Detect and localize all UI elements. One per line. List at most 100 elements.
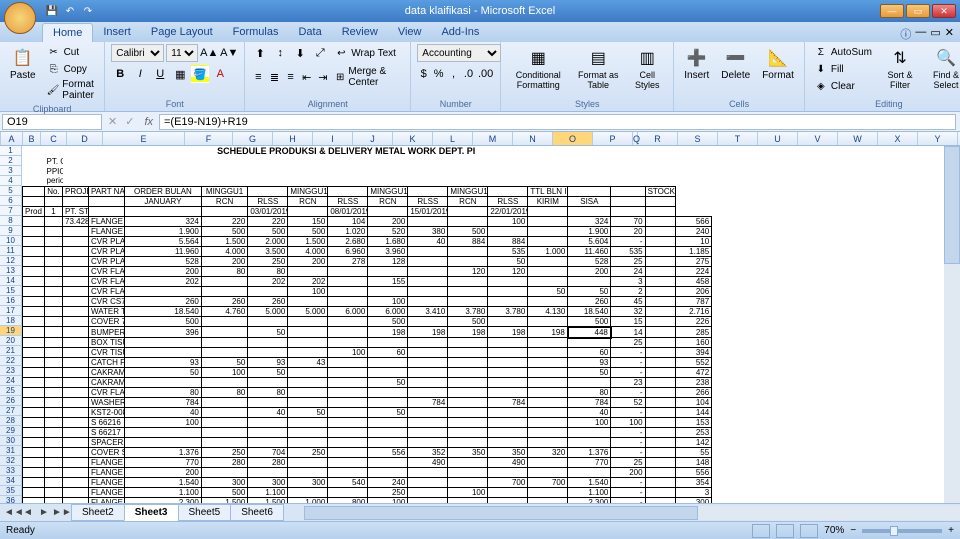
cancel-formula-icon[interactable]: ✕ bbox=[104, 115, 121, 128]
tab-formulas[interactable]: Formulas bbox=[223, 23, 289, 42]
align-middle-icon[interactable]: ↕ bbox=[271, 44, 289, 62]
indent-inc-icon[interactable]: ⇥ bbox=[316, 68, 330, 86]
row-header-29[interactable]: 29 bbox=[0, 426, 22, 436]
row-header-23[interactable]: 23 bbox=[0, 366, 22, 376]
zoom-in-icon[interactable]: + bbox=[948, 525, 954, 536]
vscroll-thumb[interactable] bbox=[944, 146, 960, 264]
col-header-G[interactable]: G bbox=[233, 132, 273, 145]
font-color-button[interactable]: A bbox=[211, 65, 229, 83]
row-header-2[interactable]: 2 bbox=[0, 156, 22, 166]
tab-review[interactable]: Review bbox=[332, 23, 388, 42]
row-header-14[interactable]: 14 bbox=[0, 276, 22, 286]
enter-formula-icon[interactable]: ✓ bbox=[121, 115, 138, 128]
underline-button[interactable]: U bbox=[151, 65, 169, 83]
sheet-tab-sheet5[interactable]: Sheet5 bbox=[178, 504, 232, 521]
tab-view[interactable]: View bbox=[388, 23, 432, 42]
qat-save-icon[interactable]: 💾 bbox=[44, 3, 60, 19]
row-header-17[interactable]: 17 bbox=[0, 306, 22, 316]
format-cells-button[interactable]: 📐Format bbox=[758, 44, 798, 97]
col-header-K[interactable]: K bbox=[393, 132, 433, 145]
close-button[interactable]: ✕ bbox=[932, 4, 956, 18]
merge-center-button[interactable]: ⊞Merge & Center bbox=[332, 65, 404, 89]
fx-icon[interactable]: fx bbox=[138, 116, 159, 128]
row-header-22[interactable]: 22 bbox=[0, 356, 22, 366]
tab-nav-prev[interactable]: ◄ bbox=[20, 507, 36, 518]
insert-cells-button[interactable]: ➕Insert bbox=[680, 44, 713, 97]
cells-area[interactable]: SCHEDULE PRODUKSI & DELIVERY METAL WORK … bbox=[22, 146, 960, 524]
formula-input[interactable]: =(E19-N19)+R19 bbox=[159, 114, 956, 130]
paste-button[interactable]: 📋 Paste bbox=[6, 44, 40, 102]
row-header-28[interactable]: 28 bbox=[0, 416, 22, 426]
col-header-I[interactable]: I bbox=[313, 132, 353, 145]
sheet-tab-sheet3[interactable]: Sheet3 bbox=[124, 504, 179, 521]
col-header-M[interactable]: M bbox=[473, 132, 513, 145]
decimal-dec-icon[interactable]: .00 bbox=[477, 65, 494, 83]
align-top-icon[interactable]: ⬆ bbox=[251, 44, 269, 62]
row-header-30[interactable]: 30 bbox=[0, 436, 22, 446]
row-header-11[interactable]: 11 bbox=[0, 246, 22, 256]
row-header-35[interactable]: 35 bbox=[0, 486, 22, 496]
cell-styles-button[interactable]: ▥Cell Styles bbox=[627, 44, 667, 97]
name-box[interactable]: O19 bbox=[2, 114, 102, 130]
row-header-16[interactable]: 16 bbox=[0, 296, 22, 306]
tab-addins[interactable]: Add-Ins bbox=[431, 23, 489, 42]
row-header-20[interactable]: 20 bbox=[0, 336, 22, 346]
row-header-8[interactable]: 8 bbox=[0, 216, 22, 226]
sort-filter-button[interactable]: ⇅Sort & Filter bbox=[879, 44, 921, 97]
row-header-24[interactable]: 24 bbox=[0, 376, 22, 386]
row-header-18[interactable]: 18 bbox=[0, 316, 22, 326]
view-layout-icon[interactable] bbox=[776, 524, 794, 538]
conditional-formatting-button[interactable]: ▦Conditional Formatting bbox=[507, 44, 569, 97]
font-name-select[interactable]: Calibri bbox=[111, 44, 164, 62]
align-bottom-icon[interactable]: ⬇ bbox=[291, 44, 309, 62]
clear-button[interactable]: ◈Clear bbox=[811, 78, 875, 94]
col-header-F[interactable]: F bbox=[185, 132, 233, 145]
bold-button[interactable]: B bbox=[111, 65, 129, 83]
cut-button[interactable]: ✂Cut bbox=[44, 44, 99, 60]
row-header-10[interactable]: 10 bbox=[0, 236, 22, 246]
number-format-select[interactable]: Accounting bbox=[417, 44, 501, 62]
fill-button[interactable]: ⬇Fill bbox=[811, 61, 875, 77]
sheet-tab-sheet6[interactable]: Sheet6 bbox=[230, 504, 284, 521]
row-header-6[interactable]: 6 bbox=[0, 196, 22, 206]
qat-redo-icon[interactable]: ↷ bbox=[80, 3, 96, 19]
zoom-level[interactable]: 70% bbox=[824, 525, 844, 536]
align-left-icon[interactable]: ≡ bbox=[251, 68, 265, 86]
vertical-scrollbar[interactable] bbox=[944, 146, 960, 524]
col-header-C[interactable]: C bbox=[41, 132, 67, 145]
row-header-27[interactable]: 27 bbox=[0, 406, 22, 416]
decimal-inc-icon[interactable]: .0 bbox=[462, 65, 475, 83]
col-header-A[interactable]: A bbox=[1, 132, 23, 145]
row-header-19[interactable]: 19 bbox=[0, 326, 22, 336]
row-header-32[interactable]: 32 bbox=[0, 456, 22, 466]
format-table-button[interactable]: ▤Format as Table bbox=[573, 44, 623, 97]
qat-undo-icon[interactable]: ↶ bbox=[62, 3, 78, 19]
indent-dec-icon[interactable]: ⇤ bbox=[300, 68, 314, 86]
tab-nav-last[interactable]: ►► bbox=[52, 507, 68, 518]
view-normal-icon[interactable] bbox=[752, 524, 770, 538]
col-header-S[interactable]: S bbox=[678, 132, 718, 145]
col-header-X[interactable]: X bbox=[878, 132, 918, 145]
zoom-out-icon[interactable]: − bbox=[850, 525, 856, 536]
col-header-N[interactable]: N bbox=[513, 132, 553, 145]
row-header-7[interactable]: 7 bbox=[0, 206, 22, 216]
col-header-Y[interactable]: Y bbox=[918, 132, 958, 145]
col-header-U[interactable]: U bbox=[758, 132, 798, 145]
row-header-5[interactable]: 5 bbox=[0, 186, 22, 196]
horizontal-scrollbar[interactable] bbox=[304, 506, 960, 520]
grow-font-icon[interactable]: A▲ bbox=[200, 44, 218, 62]
office-button[interactable] bbox=[4, 2, 36, 34]
tab-insert[interactable]: Insert bbox=[93, 23, 141, 42]
tab-nav-first[interactable]: ◄◄ bbox=[4, 507, 20, 518]
wrap-text-button[interactable]: ↩Wrap Text bbox=[331, 45, 399, 61]
row-header-12[interactable]: 12 bbox=[0, 256, 22, 266]
minimize-button[interactable]: — bbox=[880, 4, 904, 18]
row-header-26[interactable]: 26 bbox=[0, 396, 22, 406]
col-header-O[interactable]: O bbox=[553, 132, 593, 145]
sheet-tab-sheet2[interactable]: Sheet2 bbox=[71, 504, 125, 521]
comma-icon[interactable]: , bbox=[447, 65, 460, 83]
col-header-H[interactable]: H bbox=[273, 132, 313, 145]
row-header-15[interactable]: 15 bbox=[0, 286, 22, 296]
hscroll-thumb[interactable] bbox=[304, 506, 698, 520]
align-center-icon[interactable]: ≣ bbox=[267, 68, 281, 86]
